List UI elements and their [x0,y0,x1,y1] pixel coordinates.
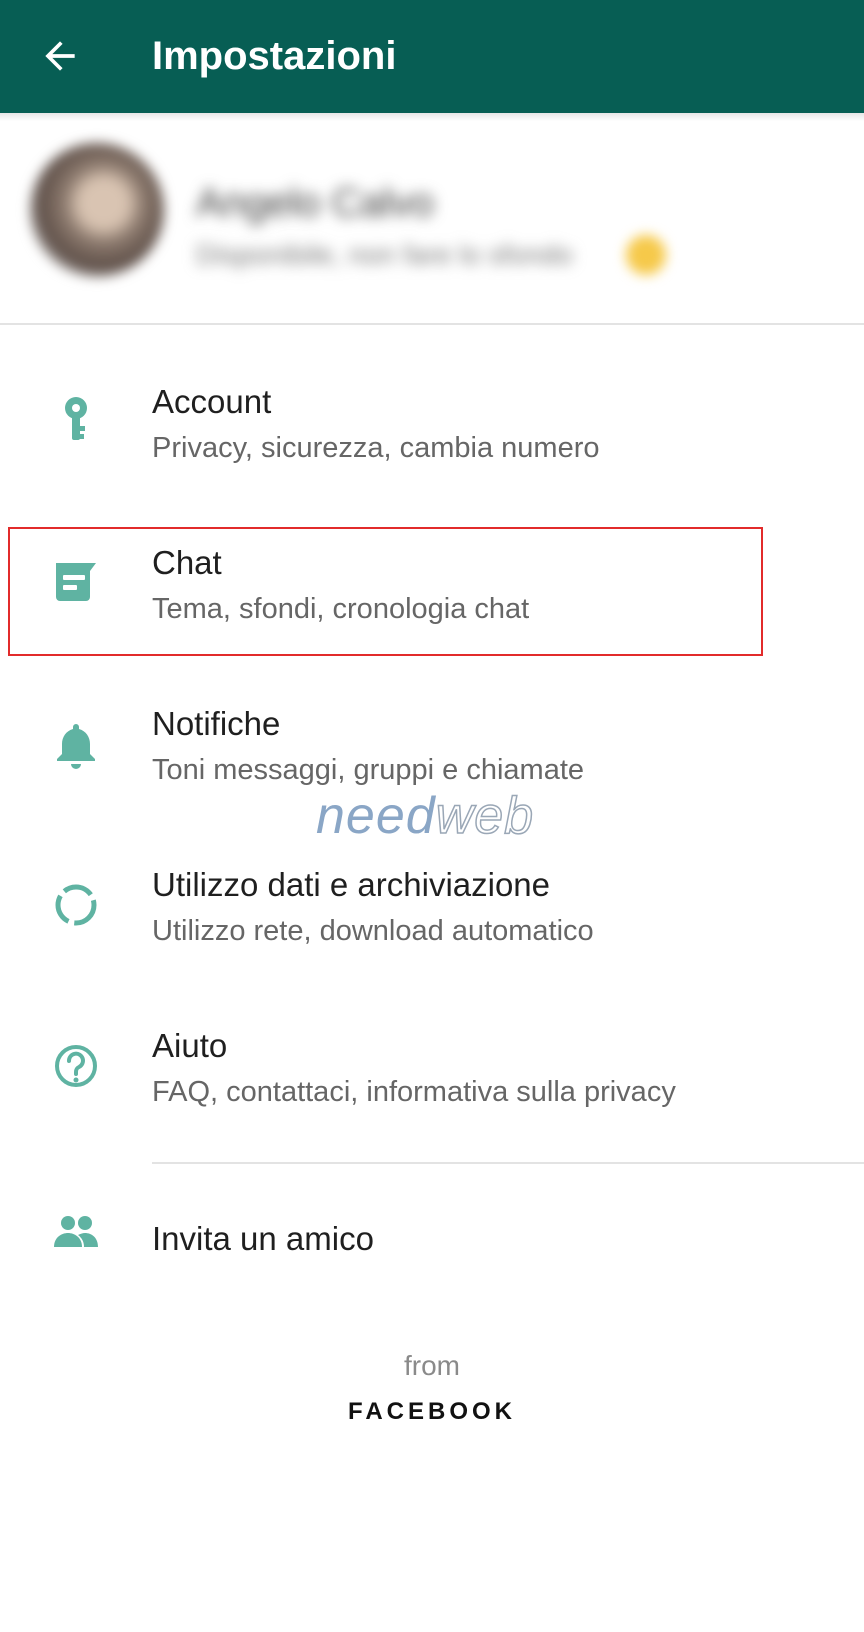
watermark-part-2: web [435,786,535,846]
page-title: Impostazioni [152,34,397,78]
settings-item-label: Account [152,383,272,420]
settings-item-subtitle: FAQ, contattaci, informativa sulla priva… [152,1076,676,1108]
bell-icon [57,724,95,769]
settings-item-invite[interactable]: Invita un amico [0,1175,864,1305]
profile-name: Angelo Calvo [196,181,434,225]
settings-item-label: Aiuto [152,1027,228,1064]
watermark: needweb [316,786,534,846]
footer-from: from [404,1350,460,1381]
settings-screen: Impostazioni Angelo Calvo Disponibile, n… [0,0,864,1632]
emoji-icon [626,235,666,275]
people-icon [54,1216,98,1247]
app-bar-shadow [0,113,864,121]
settings-item-subtitle: Toni messaggi, gruppi e chiamate [152,754,585,786]
arrow-back-icon [45,41,75,71]
help-icon [55,1045,97,1087]
settings-item-aiuto[interactable]: Aiuto FAQ, contattaci, informativa sulla… [0,1000,864,1130]
footer-brand: FACEBOOK [347,1398,516,1425]
divider [0,323,864,325]
data-usage-icon [55,884,97,926]
profile-row[interactable]: Angelo Calvo Disponibile, non fare lo sf… [0,121,864,323]
settings-item-subtitle: Privacy, sicurezza, cambia numero [152,432,600,464]
settings-item-label: Utilizzo dati e archiviazione [152,866,551,903]
app-bar: Impostazioni [0,0,864,113]
settings-item-label: Invita un amico [152,1220,374,1257]
avatar[interactable] [30,143,164,277]
settings-item-label: Notifiche [152,705,281,742]
watermark-part-1: need [316,787,436,845]
settings-item-data-usage[interactable]: Utilizzo dati e archiviazione Utilizzo r… [0,839,864,969]
settings-item-account[interactable]: Account Privacy, sicurezza, cambia numer… [0,356,864,486]
divider [152,1162,864,1164]
back-button[interactable] [38,34,82,78]
highlight-frame [8,527,763,656]
profile-status: Disponibile, non fare lo sfondo [196,239,573,270]
settings-item-subtitle: Utilizzo rete, download automatico [152,915,594,947]
key-icon [65,397,87,440]
